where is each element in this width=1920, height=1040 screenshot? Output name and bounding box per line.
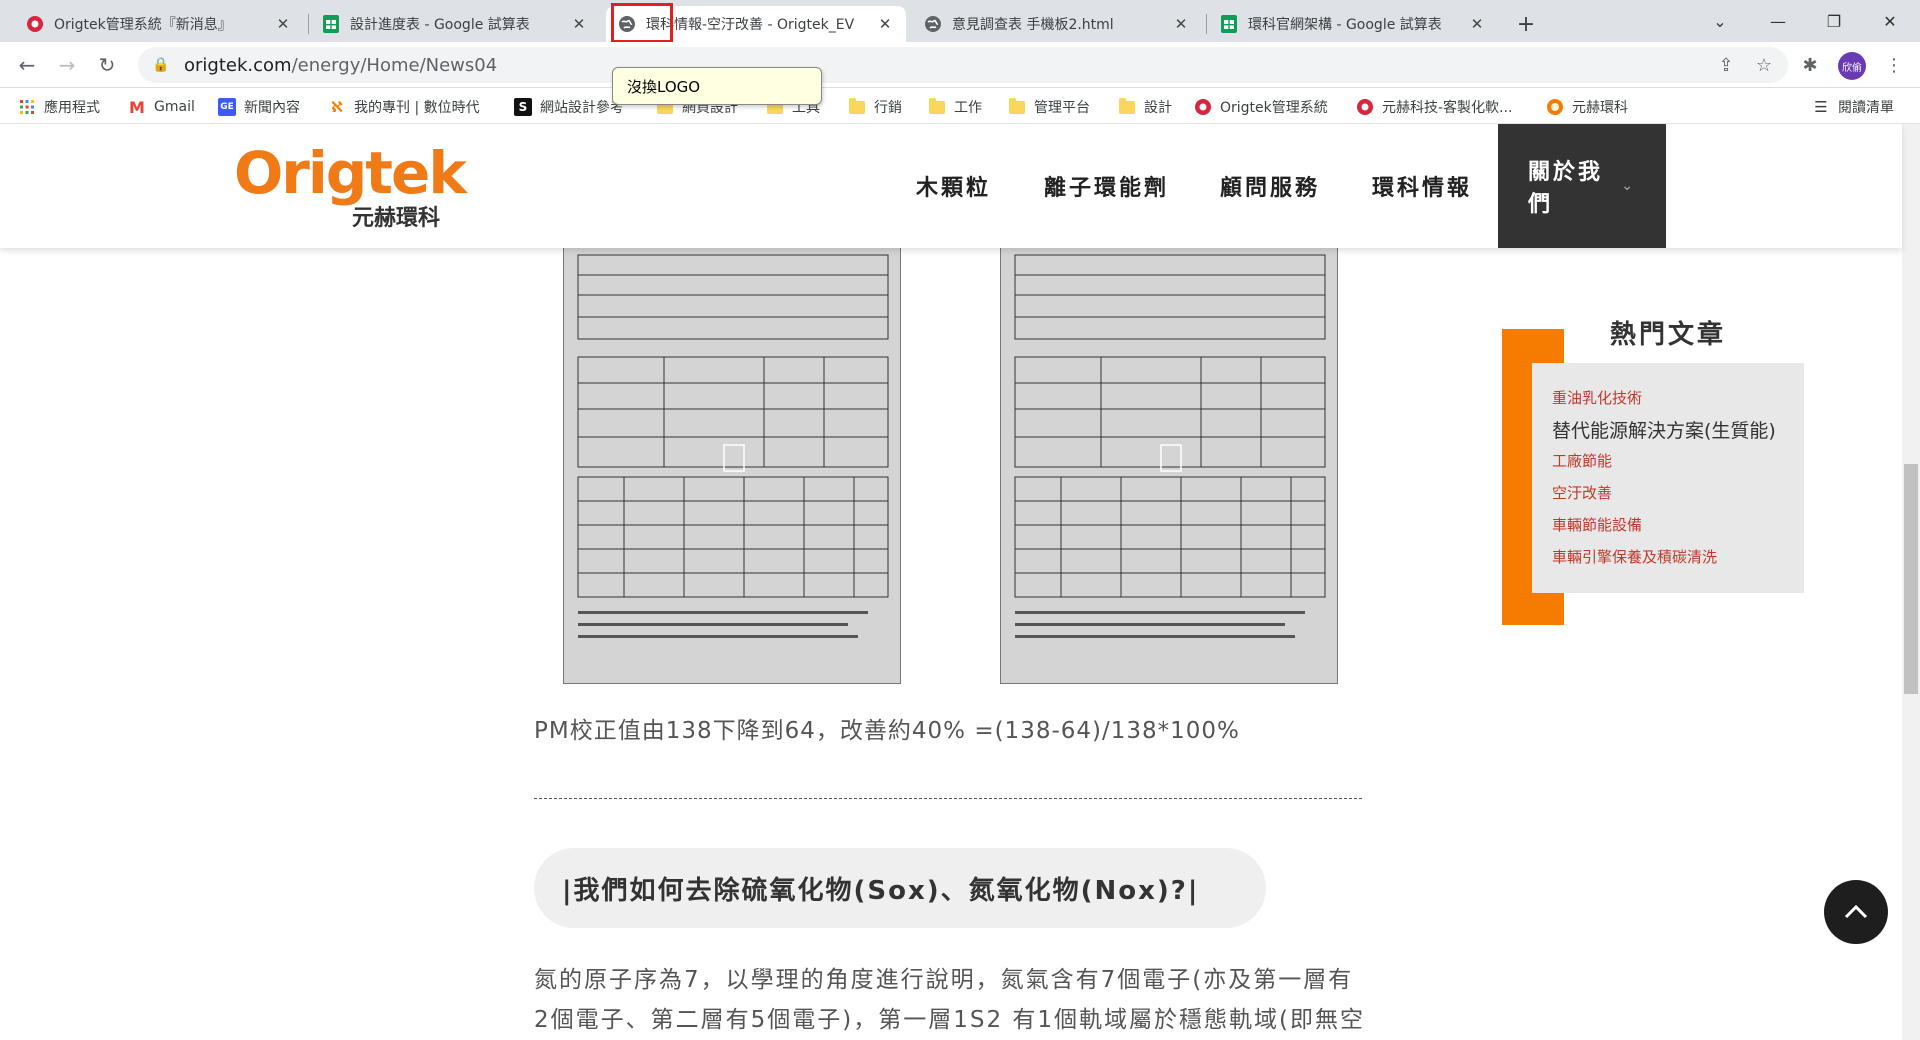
nav-item-wood-pellet[interactable]: 木顆粒 bbox=[916, 124, 991, 248]
tooltip: 沒換LOGO bbox=[612, 67, 822, 105]
scrollbar-thumb[interactable] bbox=[1904, 464, 1918, 694]
sidebar-item-biomass[interactable]: 替代能源解決方案(生質能) bbox=[1552, 416, 1776, 443]
back-arrow-icon[interactable]: ← bbox=[12, 50, 42, 80]
annotation-highlight bbox=[611, 3, 673, 43]
sidebar-item-factory-energy[interactable]: 工廠節能 bbox=[1552, 450, 1612, 471]
minimize-icon[interactable]: — bbox=[1750, 0, 1806, 42]
address-bar[interactable]: 🔒 origtek.com/energy/Home/News04 ⇪ ☆ bbox=[138, 47, 1788, 83]
sidebar-title: 熱門文章 bbox=[1609, 320, 1726, 350]
close-icon[interactable]: ✕ bbox=[570, 15, 588, 33]
reload-icon[interactable]: ↻ bbox=[92, 50, 122, 80]
tab-title: Origtek管理系統『新消息』 bbox=[54, 17, 232, 33]
scroll-to-top-button[interactable] bbox=[1824, 880, 1888, 944]
url-text[interactable]: origtek.com/energy/Home/News04 bbox=[184, 55, 497, 76]
tab-survey[interactable]: 意見調查表 手機板2.html ✕ bbox=[912, 6, 1202, 42]
bookmark-folder-design[interactable]: 設計 bbox=[1118, 97, 1172, 117]
share-icon[interactable]: ⇪ bbox=[1716, 55, 1736, 76]
avatar[interactable]: 欣偷 bbox=[1838, 52, 1866, 80]
sidebar-item-engine-cleaning[interactable]: 車輛引擎保養及積碳清洗 bbox=[1552, 546, 1717, 567]
folder-icon bbox=[1008, 97, 1026, 116]
tab-title: 設計進度表 - Google 試算表 bbox=[350, 17, 530, 33]
bnext-icon: ℵ bbox=[331, 98, 343, 116]
bookmark-folder-marketing[interactable]: 行銷 bbox=[848, 97, 902, 117]
close-icon[interactable]: ✕ bbox=[1172, 15, 1190, 33]
nav-item-about[interactable]: 關於我們 ⌄ bbox=[1498, 124, 1666, 248]
tab-origtek-admin[interactable]: Origtek管理系統『新消息』 ✕ bbox=[14, 6, 304, 42]
section-heading: |我們如何去除硫氧化物(Sox)、氮氧化物(Nox)?| bbox=[534, 848, 1266, 928]
chevron-up-icon bbox=[1844, 904, 1868, 919]
restore-icon[interactable]: ❐ bbox=[1806, 0, 1862, 42]
bookmarks-bar: 應用程式 M Gmail GE 新聞內容 ℵ 我的專刊 | 數位時代 S 網站設計參考 … bbox=[0, 88, 1920, 124]
tab-design-schedule[interactable]: 設計進度表 - Google 試算表 ✕ bbox=[310, 6, 600, 42]
lock-icon: 🔒 bbox=[152, 57, 170, 73]
bookmark-bnext[interactable]: ℵ 我的專刊 | 數位時代 bbox=[328, 97, 480, 117]
nav-item-ion-agent[interactable]: 離子環能劑 bbox=[1044, 124, 1169, 248]
origtek-gear-icon bbox=[26, 15, 44, 33]
window-close-icon[interactable]: ✕ bbox=[1862, 0, 1918, 42]
reading-list-icon: ☰ bbox=[1814, 98, 1828, 116]
tab-title: 意見調查表 手機板2.html bbox=[952, 17, 1114, 33]
origtek-sun-icon bbox=[1546, 98, 1564, 116]
bookmark-folder-work[interactable]: 工作 bbox=[928, 97, 982, 117]
nav-item-consulting[interactable]: 顧問服務 bbox=[1220, 124, 1320, 248]
s-icon: S bbox=[514, 98, 532, 116]
new-tab-button[interactable]: + bbox=[1508, 6, 1544, 42]
close-icon[interactable]: ✕ bbox=[1468, 15, 1486, 33]
bookmark-news[interactable]: GE 新聞內容 bbox=[218, 97, 300, 117]
gmail-icon: M bbox=[129, 97, 145, 117]
tab-title: 環科情報-空汙改善 - Origtek_EV bbox=[646, 17, 855, 33]
star-icon[interactable]: ☆ bbox=[1754, 55, 1774, 76]
apps-grid-icon bbox=[18, 98, 36, 116]
bookmark-origtek-env[interactable]: 元赫環科 bbox=[1546, 97, 1628, 117]
tab-separator bbox=[308, 14, 309, 34]
bookmark-origtek-admin[interactable]: Origtek管理系統 bbox=[1194, 97, 1328, 117]
nav-item-env-news[interactable]: 環科情報 bbox=[1372, 124, 1472, 248]
bookmark-origtek-custom[interactable]: 元赫科技-客製化軟... bbox=[1356, 97, 1512, 117]
origtek-gear-icon bbox=[1356, 98, 1374, 116]
folder-icon bbox=[928, 97, 946, 116]
google-sheets-icon bbox=[1220, 15, 1238, 33]
close-icon[interactable]: ✕ bbox=[876, 15, 894, 33]
site-logo[interactable]: Origtek 元赫環科 bbox=[234, 144, 467, 231]
folder-icon bbox=[848, 97, 866, 116]
bookmark-folder-admin[interactable]: 管理平台 bbox=[1008, 97, 1090, 117]
close-icon[interactable]: ✕ bbox=[274, 15, 292, 33]
article-paragraph-line: 氮的原子序為7，以學理的角度進行說明，氮氣含有7個電子(亦及第一層有 bbox=[534, 967, 1354, 993]
chevron-down-icon: ⌄ bbox=[1621, 178, 1636, 194]
news-icon: GE bbox=[218, 98, 236, 116]
improvement-caption: PM校正值由138下降到64，改善約40% =(138-64)/138*100% bbox=[534, 718, 1240, 744]
sidebar-item-vehicle-equipment[interactable]: 車輛節能設備 bbox=[1552, 514, 1642, 535]
bookmark-web-design-ref[interactable]: S 網站設計參考 bbox=[514, 97, 624, 117]
tab-site-structure[interactable]: 環科官網架構 - Google 試算表 ✕ bbox=[1208, 6, 1498, 42]
tab-search-icon[interactable]: ⌄ bbox=[1692, 0, 1748, 42]
forward-arrow-icon[interactable]: → bbox=[52, 50, 82, 80]
site-header: Origtek 元赫環科 木顆粒 離子環能劑 顧問服務 環科情報 關於我們 ⌄ bbox=[0, 124, 1902, 248]
tab-strip: Origtek管理系統『新消息』 ✕ 設計進度表 - Google 試算表 ✕ … bbox=[0, 0, 1920, 42]
section-divider bbox=[534, 798, 1362, 799]
tab-title: 環科官網架構 - Google 試算表 bbox=[1248, 17, 1442, 33]
tab-separator bbox=[1206, 14, 1207, 34]
origtek-gear-icon bbox=[1194, 98, 1212, 116]
article-paragraph-line: 2個電子、第二層有5個電子)，第一層1S2 有1個軌域屬於穩態軌域(即無空 bbox=[534, 1007, 1366, 1033]
menu-kebab-icon[interactable]: ⋮ bbox=[1884, 55, 1904, 76]
reading-list[interactable]: ☰ 閱讀清單 bbox=[1812, 97, 1894, 117]
google-sheets-icon bbox=[322, 15, 340, 33]
bookmark-apps[interactable]: 應用程式 bbox=[18, 97, 100, 117]
page-viewport: Origtek 元赫環科 木顆粒 離子環能劑 顧問服務 環科情報 關於我們⌄ bbox=[0, 124, 1920, 1040]
globe-icon bbox=[924, 15, 942, 33]
bookmark-gmail[interactable]: M Gmail bbox=[128, 97, 195, 117]
sidebar-item-air-pollution[interactable]: 空汙改善 bbox=[1552, 482, 1612, 503]
extensions-puzzle-icon[interactable]: ✱ bbox=[1800, 55, 1820, 76]
browser-toolbar: ← → ↻ 🔒 origtek.com/energy/Home/News04 ⇪… bbox=[0, 42, 1920, 88]
sidebar-item-heavy-oil[interactable]: 重油乳化技術 bbox=[1552, 387, 1642, 408]
folder-icon bbox=[1118, 97, 1136, 116]
